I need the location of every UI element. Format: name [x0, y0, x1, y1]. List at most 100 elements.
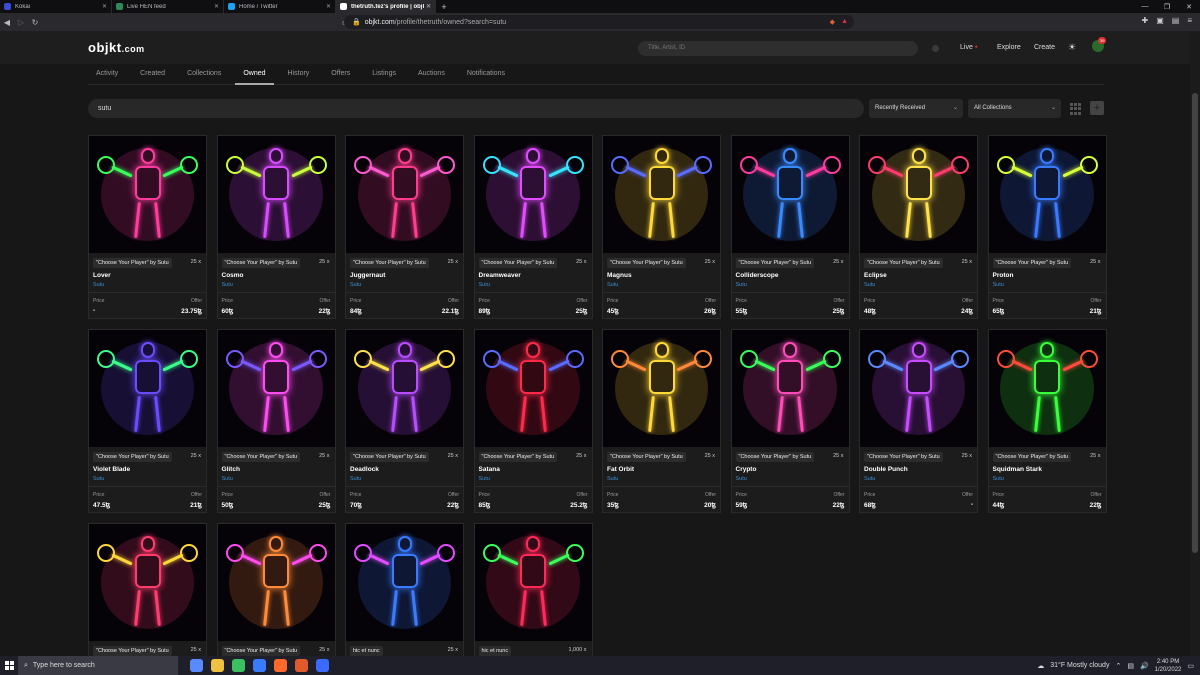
nft-card[interactable]: "Choose Your Player" by Sutu 25 x Glitch…	[216, 329, 336, 513]
wallet-icon[interactable]: ▣	[1156, 16, 1164, 25]
scrollbar-thumb[interactable]	[1192, 93, 1198, 553]
artist-link[interactable]: Sutu	[93, 282, 104, 288]
nft-title[interactable]: Magnus	[607, 272, 632, 279]
tab-listings[interactable]: Listings	[364, 67, 404, 85]
tab-close-icon[interactable]: ✕	[426, 3, 431, 10]
collection-badge[interactable]: "Choose Your Player" by Sutu	[478, 258, 558, 268]
nft-card[interactable]: "Choose Your Player" by Sutu 25 x Satana…	[473, 329, 593, 513]
collection-badge[interactable]: "Choose Your Player" by Sutu	[350, 258, 429, 268]
taskbar-app-icon[interactable]	[190, 659, 203, 672]
nft-card[interactable]: "Choose Your Player" by Sutu 25 x Squidm…	[987, 329, 1107, 513]
nft-card[interactable]: "Choose Your Player" by Sutu 25 x Eclips…	[859, 135, 978, 319]
artist-link[interactable]: Sutu	[350, 282, 361, 288]
collection-badge[interactable]: "Choose Your Player" by Sutu	[864, 258, 943, 268]
nft-artwork[interactable]	[89, 330, 206, 447]
nft-title[interactable]: Cosmo	[222, 272, 244, 279]
collection-badge[interactable]: "Choose Your Player" by Sutu	[350, 452, 429, 462]
artist-link[interactable]: Sutu	[93, 476, 104, 482]
nft-card[interactable]: hic et nunc 25 x	[345, 523, 464, 656]
collection-badge[interactable]: "Choose Your Player" by Sutu	[992, 452, 1072, 462]
artist-link[interactable]: Sutu	[350, 476, 361, 482]
create-link[interactable]: Create	[1034, 44, 1055, 51]
artist-link[interactable]: Sutu	[993, 282, 1004, 288]
nft-artwork[interactable]	[603, 136, 720, 253]
page-scrollbar[interactable]	[1190, 31, 1200, 656]
nft-artwork[interactable]	[731, 330, 849, 447]
collection-badge[interactable]: "Choose Your Player" by Sutu	[478, 452, 558, 462]
browser-tab[interactable]: Live HEN feed ✕	[112, 0, 224, 13]
collection-badge[interactable]: "Choose Your Player" by Sutu	[221, 452, 301, 462]
maximize-button[interactable]: ❐	[1156, 3, 1178, 11]
grid-view-icon[interactable]	[1070, 103, 1082, 115]
collection-badge[interactable]: hic et nunc	[350, 646, 383, 656]
site-logo[interactable]: objkt.com	[88, 40, 145, 55]
nft-title[interactable]: Glitch	[222, 466, 240, 473]
taskbar-app-icon[interactable]	[316, 659, 329, 672]
taskbar-search-input[interactable]: ⌕ Type here to search	[18, 656, 178, 675]
nft-artwork[interactable]	[346, 330, 463, 447]
nft-card[interactable]: "Choose Your Player" by Sutu 25 x Deadlo…	[345, 329, 464, 513]
artist-link[interactable]: Sutu	[607, 282, 618, 288]
nft-artwork[interactable]	[89, 136, 206, 253]
nft-title[interactable]: Squidman Stark	[993, 466, 1042, 473]
artist-link[interactable]: Sutu	[607, 476, 618, 482]
weather-icon[interactable]: ☁	[1037, 662, 1044, 670]
collection-badge[interactable]: "Choose Your Player" by Sutu	[992, 258, 1072, 268]
owned-search-input[interactable]: sutu	[88, 99, 864, 118]
nft-card[interactable]: "Choose Your Player" by Sutu 25 x	[216, 523, 336, 656]
tab-history[interactable]: History	[280, 67, 318, 85]
brave-rewards-icon[interactable]: ▲	[841, 18, 848, 26]
artist-link[interactable]: Sutu	[222, 282, 233, 288]
collection-badge[interactable]: "Choose Your Player" by Sutu	[607, 452, 686, 462]
taskbar-app-icon[interactable]	[295, 659, 308, 672]
nft-card[interactable]: "Choose Your Player" by Sutu 25 x Crypto…	[730, 329, 850, 513]
taskbar-app-icon[interactable]	[211, 659, 224, 672]
tab-close-icon[interactable]: ✕	[326, 3, 331, 10]
nft-title[interactable]: Double Punch	[864, 466, 908, 473]
nft-artwork[interactable]	[988, 330, 1106, 447]
artist-link[interactable]: Sutu	[222, 476, 233, 482]
new-tab-button[interactable]: +	[436, 0, 452, 13]
tab-notifications[interactable]: Notifications	[459, 67, 513, 85]
collection-badge[interactable]: "Choose Your Player" by Sutu	[864, 452, 943, 462]
browser-tab-active[interactable]: thetruth.tez's profile | objkt.com✕	[336, 0, 436, 13]
nft-artwork[interactable]	[988, 136, 1106, 253]
browser-tab[interactable]: Kokai ✕	[0, 0, 112, 13]
nft-title[interactable]: Lover	[93, 272, 111, 279]
nft-artwork[interactable]	[217, 136, 335, 253]
tab-auctions[interactable]: Auctions	[410, 67, 453, 85]
nft-artwork[interactable]	[474, 136, 592, 253]
back-icon[interactable]: ◀	[0, 18, 14, 27]
reload-icon[interactable]: ↻	[28, 18, 42, 27]
nft-title[interactable]: Crypto	[736, 466, 757, 473]
nft-artwork[interactable]	[731, 136, 849, 253]
extensions-icon[interactable]: ✚	[1142, 16, 1149, 25]
taskbar-app-icon[interactable]	[253, 659, 266, 672]
artist-link[interactable]: Sutu	[993, 476, 1004, 482]
large-grid-view-icon[interactable]: +	[1090, 101, 1104, 115]
nft-artwork[interactable]	[474, 330, 592, 447]
nft-artwork[interactable]	[217, 330, 335, 447]
nft-artwork[interactable]	[860, 136, 977, 253]
tab-owned[interactable]: Owned	[235, 67, 274, 85]
theme-toggle-icon[interactable]: ☀	[1068, 42, 1076, 53]
nft-title[interactable]: Proton	[993, 272, 1014, 279]
sidebar-icon[interactable]: ▤	[1172, 16, 1180, 25]
nft-card[interactable]: "Choose Your Player" by Sutu 25 x Lover …	[88, 135, 207, 319]
nft-title[interactable]: Fat Orbit	[607, 466, 634, 473]
taskbar-app-icon[interactable]	[274, 659, 287, 672]
tab-collections[interactable]: Collections	[179, 67, 229, 85]
browser-tab[interactable]: Home / Twitter ✕	[224, 0, 336, 13]
collection-badge[interactable]: "Choose Your Player" by Sutu	[735, 258, 815, 268]
nft-title[interactable]: Satana	[479, 466, 500, 473]
explore-link[interactable]: Explore	[997, 44, 1021, 51]
close-window-button[interactable]: ✕	[1178, 3, 1200, 11]
artist-link[interactable]: Sutu	[864, 476, 875, 482]
nft-title[interactable]: Juggernaut	[350, 272, 385, 279]
collection-badge[interactable]: "Choose Your Player" by Sutu	[607, 258, 686, 268]
collection-badge[interactable]: hic et nunc	[478, 646, 512, 656]
menu-icon[interactable]: ≡	[1187, 16, 1192, 25]
clock[interactable]: 2:40 PM 1/20/2022	[1155, 658, 1182, 674]
collection-badge[interactable]: "Choose Your Player" by Sutu	[93, 258, 172, 268]
nft-artwork[interactable]	[346, 524, 463, 641]
